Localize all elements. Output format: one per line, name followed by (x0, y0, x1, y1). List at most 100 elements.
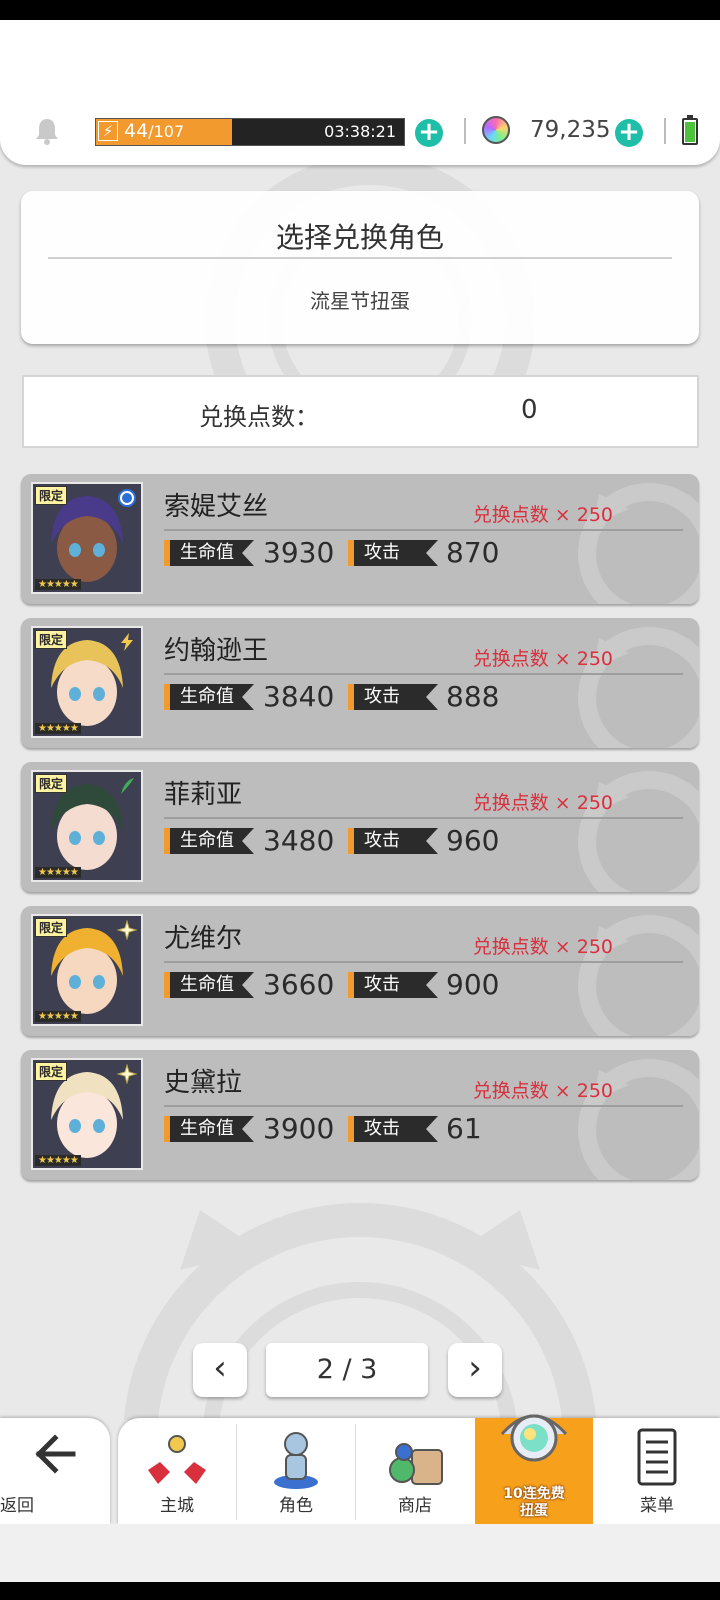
character-portrait: 限定 ★★★★★ (31, 770, 143, 882)
gacha-orb-icon (500, 1414, 568, 1462)
character-name: 尤维尔 (164, 924, 243, 954)
back-arrow-icon (35, 1434, 76, 1474)
resource-bar: ⚡ 44/107 03:38:21 + 79,235 + (0, 20, 720, 165)
hp-value: 3900 (263, 1112, 335, 1145)
character-name: 约翰逊王 (164, 636, 269, 666)
limited-badge: 限定 (35, 918, 68, 937)
rarity-stars-icon: ★★★★★ (35, 579, 81, 590)
name-divider (164, 529, 683, 531)
attack-value: 888 (446, 680, 500, 713)
exchange-cost: 兑换点数 × 250 (472, 1080, 613, 1102)
wind-element-icon (121, 778, 134, 794)
character-card[interactable]: 限定 ★★★★★ 菲莉亚 兑换点数 × 250 生命值 3480 攻击 960 (21, 762, 699, 892)
attack-value: 900 (446, 968, 500, 1001)
hp-label: 生命值 (164, 1116, 254, 1142)
add-gems-button[interactable]: + (615, 119, 643, 147)
battery-icon (682, 115, 698, 145)
title-card: 选择兑换角色 流星节扭蛋 (21, 191, 699, 344)
bottom-navigation: 返回 主城 角色 商店 10连免费 扭蛋 菜单 (0, 1414, 720, 1582)
water-element-icon (118, 489, 136, 507)
title-divider (48, 257, 672, 259)
attack-value: 61 (446, 1112, 482, 1145)
characters-label: 角色 (279, 1496, 313, 1516)
exchange-cost: 兑换点数 × 250 (472, 648, 613, 670)
exchange-cost: 兑换点数 × 250 (472, 504, 613, 526)
character-portrait: 限定 ★★★★★ (31, 914, 143, 1026)
character-list: 限定 ★★★★★ 索媞艾丝 兑换点数 × 250 生命值 3930 攻击 870 限定 ★★★★… (21, 474, 701, 1194)
limited-badge: 限定 (35, 774, 68, 793)
back-label: 返回 (0, 1496, 34, 1516)
character-name: 索媞艾丝 (164, 492, 269, 522)
stamina-bar: ⚡ 44/107 03:38:21 (95, 118, 405, 146)
gem-icon (482, 116, 510, 144)
rarity-stars-icon: ★★★★★ (35, 867, 81, 878)
hp-label: 生命值 (164, 972, 254, 998)
hp-value: 3660 (263, 968, 335, 1001)
hp-label: 生命值 (164, 684, 254, 710)
character-portrait: 限定 ★★★★★ (31, 1058, 143, 1170)
divider (664, 118, 666, 144)
main-city-icon (148, 1435, 206, 1484)
rarity-stars-icon: ★★★★★ (35, 1011, 81, 1022)
light-element-icon (117, 1064, 137, 1084)
nav-shop[interactable]: 商店 (356, 1418, 474, 1524)
shop-label: 商店 (398, 1496, 432, 1516)
card-background-emblem (578, 483, 699, 604)
attack-value: 870 (446, 536, 500, 569)
page-title: 选择兑换角色 (275, 221, 444, 254)
hp-value: 3930 (263, 536, 335, 569)
back-button[interactable]: 返回 (0, 1418, 110, 1524)
rarity-stars-icon: ★★★★★ (35, 1155, 81, 1166)
name-divider (164, 961, 683, 963)
character-card[interactable]: 限定 ★★★★★ 索媞艾丝 兑换点数 × 250 生命值 3930 攻击 870 (21, 474, 699, 604)
character-card[interactable]: 限定 ★★★★★ 尤维尔 兑换点数 × 250 生命值 3660 攻击 900 (21, 906, 699, 1036)
hp-label: 生命值 (164, 540, 254, 566)
rarity-stars-icon: ★★★★★ (35, 723, 81, 734)
divider (464, 118, 466, 144)
character-card[interactable]: 限定 ★★★★★ 约翰逊王 兑换点数 × 250 生命值 3840 攻击 888 (21, 618, 699, 748)
gacha-label: 10连免费 扭蛋 (503, 1486, 565, 1519)
light-element-icon (117, 920, 137, 940)
notification-bell-icon[interactable] (32, 116, 62, 146)
name-divider (164, 1105, 683, 1107)
hp-value: 3840 (263, 680, 335, 713)
hp-label: 生命值 (164, 828, 254, 854)
card-background-emblem (578, 1059, 699, 1180)
exchange-points-label: 兑换点数： (199, 403, 319, 431)
main-nav-bar: 主城 角色 商店 10连免费 扭蛋 菜单 (118, 1414, 720, 1524)
name-divider (164, 673, 683, 675)
main-city-label: 主城 (160, 1496, 194, 1516)
system-status-bar (0, 0, 720, 20)
menu-list-icon (637, 1428, 677, 1486)
card-background-emblem (578, 771, 699, 892)
nav-gacha[interactable]: 10连免费 扭蛋 (475, 1414, 593, 1524)
limited-badge: 限定 (35, 1062, 68, 1081)
card-background-emblem (578, 627, 699, 748)
nav-menu[interactable]: 菜单 (594, 1418, 720, 1524)
attack-label: 攻击 (348, 540, 438, 566)
lightning-element-icon (121, 633, 133, 651)
limited-badge: 限定 (35, 630, 68, 649)
gem-count: 79,235 (530, 117, 611, 143)
character-portrait: 限定 ★★★★★ (31, 482, 143, 594)
attack-label: 攻击 (348, 1116, 438, 1142)
gacha-name: 流星节扭蛋 (310, 289, 410, 313)
nav-main-city[interactable]: 主城 (118, 1418, 236, 1524)
exchange-cost: 兑换点数 × 250 (472, 792, 613, 814)
character-figure-icon (274, 1432, 318, 1489)
name-divider (164, 817, 683, 819)
stamina-timer: 03:38:21 (324, 122, 396, 141)
add-stamina-button[interactable]: + (415, 119, 443, 147)
next-page-button[interactable]: › (448, 1343, 502, 1397)
nav-characters[interactable]: 角色 (237, 1418, 355, 1524)
stamina-value: 44/107 (124, 120, 185, 142)
attack-label: 攻击 (348, 684, 438, 710)
prev-page-button[interactable]: ‹ (193, 1343, 247, 1397)
character-portrait: 限定 ★★★★★ (31, 626, 143, 738)
character-card[interactable]: 限定 ★★★★★ 史黛拉 兑换点数 × 250 生命值 3900 攻击 61 (21, 1050, 699, 1180)
exchange-points-value: 0 (521, 395, 538, 425)
exchange-cost: 兑换点数 × 250 (472, 936, 613, 958)
card-background-emblem (578, 915, 699, 1036)
attack-label: 攻击 (348, 828, 438, 854)
shop-bag-icon (389, 1443, 443, 1485)
